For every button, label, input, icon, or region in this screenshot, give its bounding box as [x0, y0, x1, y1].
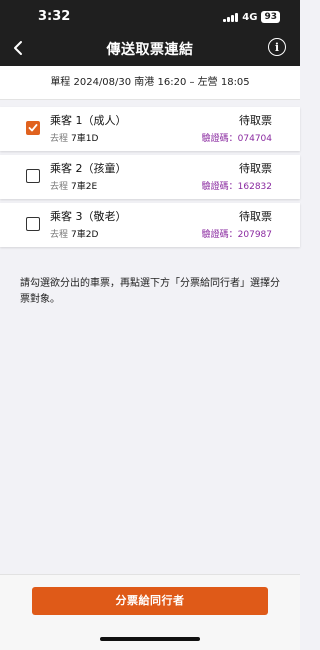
header: 3:32 4G 93 傳送取票連結 i [0, 0, 300, 66]
share-ticket-button[interactable]: 分票給同行者 [32, 587, 268, 615]
passenger-name: 乘客 1（成人） [50, 114, 127, 127]
ticket-status: 待取票 [239, 162, 272, 175]
passenger-seat-row: 去程 7車2D [50, 227, 98, 240]
network-label: 4G [242, 11, 258, 23]
home-indicator [100, 637, 200, 641]
verification-code: 驗證碼：162832 [201, 182, 272, 192]
page-title: 傳送取票連結 [106, 42, 194, 58]
info-icon: i [274, 40, 280, 54]
verification-code: 驗證碼：074704 [201, 134, 272, 144]
passenger-name: 乘客 2（孩童） [50, 162, 127, 175]
ticket-status: 待取票 [239, 210, 272, 223]
trip-summary: 單程 2024/08/30 南港 16:20 – 左營 18:05 [0, 66, 300, 100]
passenger-seat-row: 去程 7車1D [50, 131, 98, 144]
passenger-direction: 去程 [50, 182, 69, 192]
status-right: 4G 93 [223, 11, 280, 23]
passenger-checkbox-3[interactable] [26, 217, 40, 231]
ticket-status: 待取票 [239, 114, 272, 127]
passenger-card-1[interactable]: 乘客 1（成人） 去程 7車1D 待取票 驗證碼：074704 [0, 107, 300, 151]
signal-icon [223, 12, 239, 22]
status-time: 3:32 [38, 9, 71, 24]
nav-bar: 傳送取票連結 i [0, 34, 300, 64]
passenger-seat: 7車2E [71, 182, 98, 192]
checkmark-icon [28, 124, 38, 132]
passenger-direction: 去程 [50, 134, 69, 144]
battery-icon: 93 [261, 11, 280, 23]
passenger-seat: 7車2D [71, 230, 99, 240]
status-bar: 3:32 4G 93 [0, 0, 300, 34]
passenger-card-2[interactable]: 乘客 2（孩童） 去程 7車2E 待取票 驗證碼：162832 [0, 155, 300, 199]
instruction-text: 請勾選欲分出的車票，再點選下方「分票給同行者」選擇分票對象。 [20, 278, 280, 305]
passenger-checkbox-1[interactable] [26, 121, 40, 135]
info-button[interactable]: i [268, 38, 286, 56]
passenger-direction: 去程 [50, 230, 69, 240]
passenger-seat-row: 去程 7車2E [50, 179, 97, 192]
passenger-checkbox-2[interactable] [26, 169, 40, 183]
footer: 分票給同行者 [0, 574, 300, 650]
passenger-name: 乘客 3（敬老） [50, 210, 127, 223]
verification-code: 驗證碼：207987 [201, 230, 272, 240]
passenger-card-3[interactable]: 乘客 3（敬老） 去程 7車2D 待取票 驗證碼：207987 [0, 203, 300, 247]
passenger-seat: 7車1D [71, 134, 99, 144]
